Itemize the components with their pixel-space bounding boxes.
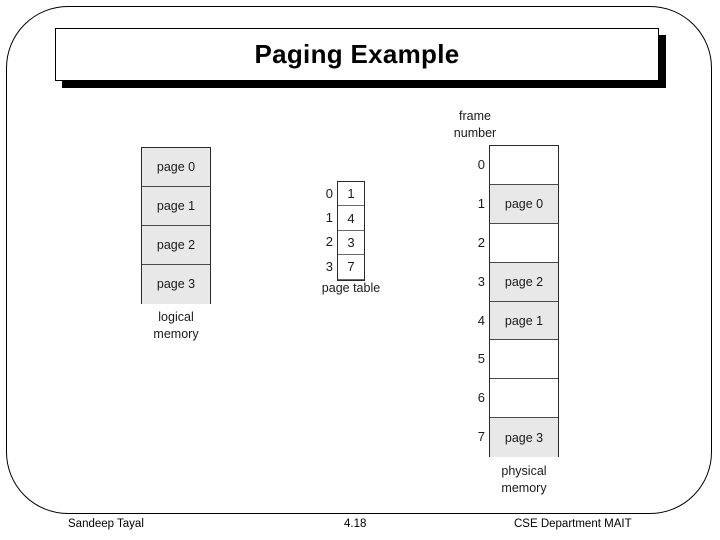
page-table-caption: page table	[321, 281, 381, 295]
page-table-index: 0	[325, 185, 333, 201]
logical-memory-cell: page 2	[142, 225, 210, 265]
frame-number-label-line2: number	[453, 126, 497, 140]
page-table-entry: 7	[338, 255, 364, 280]
frame-index: 2	[477, 234, 485, 250]
logical-memory-caption-line2: memory	[153, 327, 199, 341]
logical-memory-cell: page 1	[142, 186, 210, 226]
logical-memory-caption: logical memory	[126, 309, 226, 343]
page-table-entry: 3	[338, 230, 364, 256]
page-table-entry: 4	[338, 206, 364, 231]
frame-index: 6	[477, 390, 485, 406]
page-table-index-column: 0 1 2 3	[312, 181, 333, 281]
frame-index: 4	[477, 312, 485, 328]
frame-index: 0	[477, 156, 485, 172]
frame-number-label: frame number	[427, 108, 523, 142]
footer-department: CSE Department MAIT	[514, 518, 632, 530]
physical-memory-frame: page 2	[490, 262, 558, 302]
logical-memory-column: page 0 page 1 page 2 page 3	[141, 147, 211, 304]
slide-canvas: Paging Example page 0 page 1 page 2 page…	[0, 0, 720, 540]
page-table-index: 2	[325, 234, 333, 250]
title-box: Paging Example	[55, 28, 659, 81]
frame-index: 7	[477, 429, 485, 445]
physical-memory-caption: physical memory	[474, 463, 574, 497]
footer-author: Sandeep Tayal	[68, 518, 144, 530]
physical-memory-frame: page 3	[490, 418, 558, 458]
physical-memory-frame	[490, 379, 558, 419]
frame-index-column: 0 1 2 3 4 5 6 7	[466, 145, 485, 457]
page-table-index: 1	[325, 210, 333, 226]
frame-index: 5	[477, 351, 485, 367]
physical-memory-frame	[490, 146, 558, 185]
physical-memory-caption-line2: memory	[501, 481, 547, 495]
logical-memory-cell: page 0	[142, 148, 210, 187]
physical-memory-caption-line1: physical	[501, 464, 547, 478]
physical-memory-frame: page 1	[490, 301, 558, 341]
physical-memory-frame	[490, 340, 558, 380]
page-table-index: 3	[325, 258, 333, 274]
logical-memory-cell: page 3	[142, 264, 210, 304]
frame-index: 3	[477, 273, 485, 289]
frame-number-label-line1: frame	[459, 109, 491, 123]
physical-memory-frame	[490, 223, 558, 263]
logical-memory-caption-line1: logical	[158, 310, 194, 324]
page-table-column: 1 4 3 7	[337, 181, 365, 281]
physical-memory-frame: page 0	[490, 184, 558, 224]
page-title: Paging Example	[254, 39, 460, 69]
footer-page-number: 4.18	[344, 518, 367, 530]
frame-index: 1	[477, 195, 485, 211]
page-table-entry: 1	[338, 182, 364, 207]
physical-memory-column: page 0 page 2 page 1 page 3	[489, 145, 559, 458]
